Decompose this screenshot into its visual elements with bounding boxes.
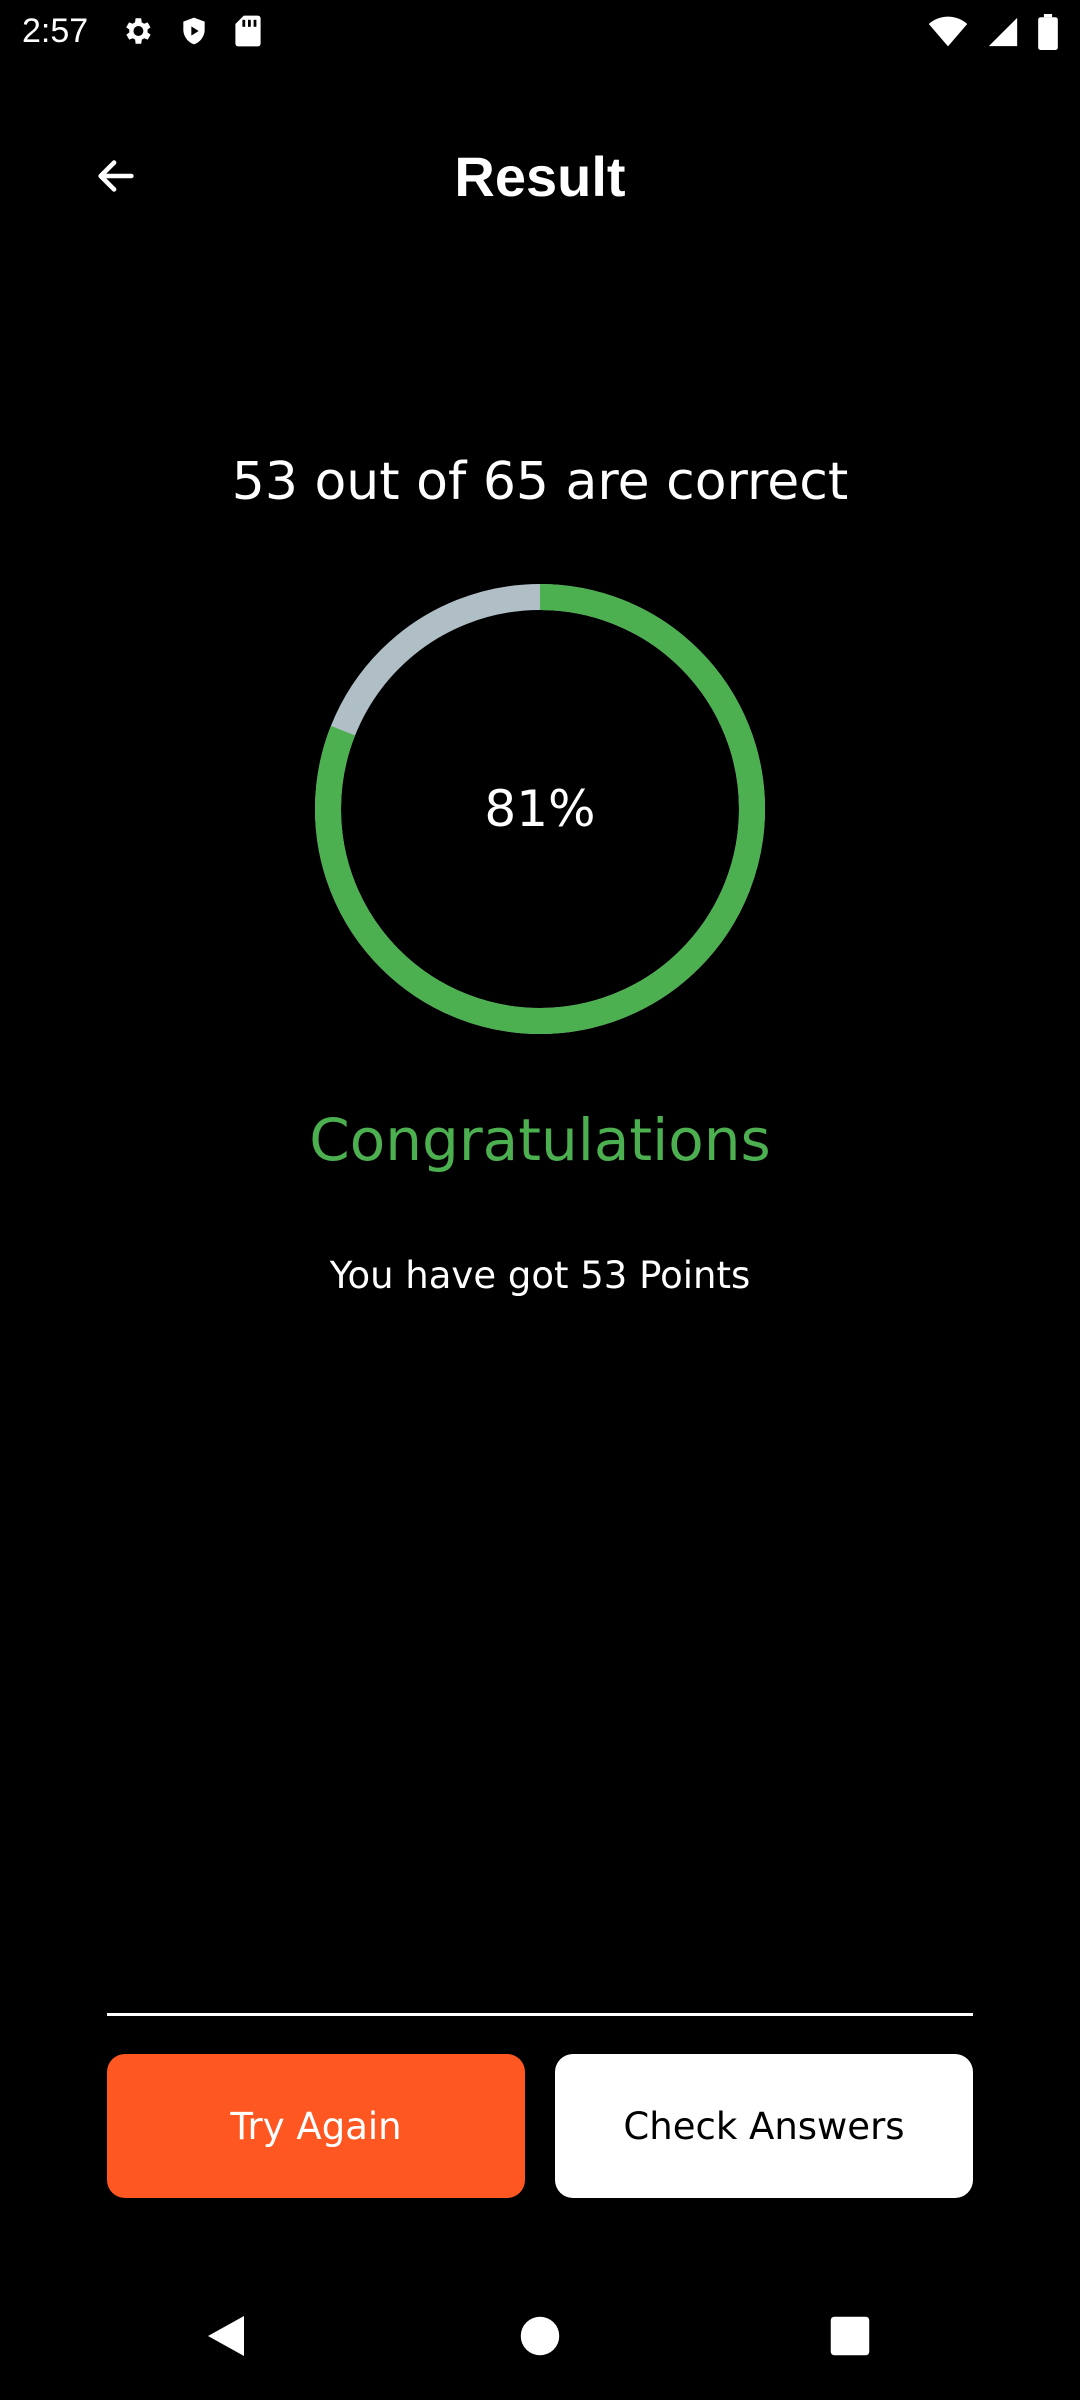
try-again-button[interactable]: Try Again xyxy=(107,2054,525,2198)
gear-icon xyxy=(120,14,154,48)
score-summary: 53 out of 65 are correct xyxy=(231,452,849,512)
battery-icon xyxy=(1038,14,1058,50)
nav-back-button[interactable] xyxy=(196,2308,256,2368)
system-nav-bar xyxy=(0,2290,1080,2380)
page-title: Result xyxy=(454,145,626,208)
score-progress-ring: 81% xyxy=(315,584,765,1034)
divider xyxy=(107,2013,973,2016)
cellular-signal-icon xyxy=(986,15,1020,49)
nav-home-icon xyxy=(519,2315,561,2362)
result-screen: 2:57 Result 53 out of 65 are correct 81%… xyxy=(0,0,1080,2400)
nav-recents-button[interactable] xyxy=(820,2308,880,2368)
points-summary: You have got 53 Points xyxy=(329,1254,751,1297)
congratulations-heading: Congratulations xyxy=(309,1106,771,1174)
check-answers-button[interactable]: Check Answers xyxy=(555,2054,973,2198)
nav-back-icon xyxy=(204,2312,248,2365)
sd-card-icon xyxy=(234,14,262,48)
status-time: 2:57 xyxy=(22,12,89,50)
wifi-icon xyxy=(928,16,968,48)
shield-play-icon xyxy=(178,14,210,48)
status-icons-left xyxy=(120,14,262,48)
status-bar: 2:57 xyxy=(0,0,1080,64)
nav-recents-icon xyxy=(829,2315,871,2362)
score-percent: 81% xyxy=(484,780,596,838)
status-icons-right xyxy=(928,14,1058,50)
nav-home-button[interactable] xyxy=(510,2308,570,2368)
app-header: Result xyxy=(0,120,1080,236)
